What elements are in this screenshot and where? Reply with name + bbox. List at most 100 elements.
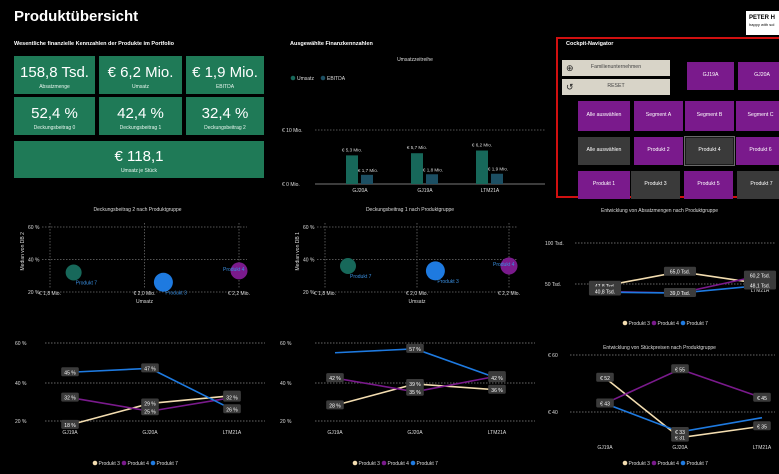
y-tick-label: € 10 Mio.	[282, 128, 303, 134]
legend-label: Produkt 4	[388, 461, 410, 467]
data-label: 32 %	[64, 396, 76, 402]
legend-marker	[651, 460, 657, 466]
scatter-point	[340, 258, 356, 274]
umsatz-bar	[476, 150, 488, 184]
data-label: 25 %	[144, 409, 156, 415]
kpi-tile: € 1,9 Mio. EBITDA	[186, 56, 264, 94]
ebitda-data-label: € 1,9 Mio.	[488, 167, 508, 172]
segment-button-segment-a[interactable]: Segment A	[634, 101, 683, 131]
data-label: 35 %	[409, 390, 421, 396]
legend-marker	[381, 460, 387, 466]
segment-select-all-button-label: Alle auswählen	[586, 112, 622, 119]
kpi-tile: 42,4 % Deckungsbeitrag 1	[99, 97, 182, 135]
y-tick-label: 60 %	[15, 341, 27, 347]
legend-marker	[150, 460, 156, 466]
cockpit-title: Cockpit-Navigator	[566, 41, 614, 47]
segment-button-segment-b-label: Segment B	[696, 112, 723, 119]
point-label: Produkt 4	[493, 262, 515, 268]
product-button-produkt-6-label: Produkt 6	[749, 147, 772, 154]
y-axis-label: Median von DB 1	[295, 232, 301, 271]
year-button-gj20a[interactable]: GJ20A	[738, 62, 779, 90]
y-tick-label: € 40	[548, 410, 558, 416]
data-label: € 31	[675, 436, 685, 442]
x-tick-label: € 1,8 Mio.	[39, 291, 61, 297]
segment-button-segment-b[interactable]: Segment B	[685, 101, 734, 131]
x-tick-label: € 2,2 Mio.	[228, 291, 250, 297]
y-tick-label: 40 %	[28, 258, 40, 264]
y-tick-label: 50 Tsd.	[545, 282, 561, 288]
y-tick-label: 40 %	[280, 381, 292, 387]
legend-label: Produkt 3	[99, 461, 121, 467]
db2-line-chart: 60 %40 %20 %GJ19AGJ20ALTM21A18 %29 %33 %…	[15, 341, 265, 467]
product-button-produkt-5-label: Produkt 5	[697, 181, 720, 188]
segment-button-segment-c-label: Segment C	[747, 112, 774, 119]
reset-button-label: RESET	[607, 83, 625, 90]
product-button-produkt-2[interactable]: Produkt 2	[634, 137, 683, 165]
kpi-tile: 52,4 % Deckungsbeitrag 0	[14, 97, 95, 135]
segment-button-segment-c[interactable]: Segment C	[736, 101, 779, 131]
x-axis-label: Umsatz	[409, 299, 426, 305]
x-tick-label: LTM21A	[488, 430, 507, 436]
company-logo: PETER Hhappy with sol	[746, 11, 779, 35]
y-tick-label: 60 %	[303, 225, 315, 231]
x-tick-label: GJ20A	[352, 188, 368, 194]
legend-label: Produkt 7	[157, 461, 179, 467]
data-label: 48,1 Tsd.	[750, 284, 770, 290]
x-tick-label: € 2,0 Mio.	[406, 291, 428, 297]
product-button-produkt-4-label: Produkt 4	[698, 147, 721, 154]
product-button-produkt-7[interactable]: Produkt 7	[737, 171, 779, 199]
data-label: € 33	[675, 430, 685, 436]
legend-marker	[320, 75, 326, 81]
data-label: 28 %	[329, 403, 341, 409]
umsatz-bar	[411, 153, 423, 184]
year-button-gj19a[interactable]: GJ19A	[687, 62, 734, 90]
kpi-value: € 1,9 Mio.	[192, 64, 258, 81]
x-tick-label: LTM21A	[223, 430, 242, 436]
legend-label: Produkt 4	[128, 461, 150, 467]
legend-marker	[622, 460, 628, 466]
x-tick-label: GJ20A	[142, 430, 158, 436]
fin-section-title: Ausgewählte Finanzkennzahlen	[290, 41, 373, 47]
series-line	[604, 368, 763, 405]
data-label: 42 %	[329, 376, 341, 382]
y-tick-label: 40 %	[303, 258, 315, 264]
point-label: Produkt 7	[350, 274, 372, 280]
legend-label: Produkt 3	[629, 321, 651, 327]
family-icon: ⊕	[566, 62, 574, 73]
data-label: 18 %	[64, 423, 76, 429]
data-label: 57 %	[409, 347, 421, 353]
legend-marker	[680, 460, 686, 466]
legend-marker	[290, 75, 296, 81]
data-label: 36 %	[491, 388, 503, 394]
product-button-produkt-3-label: Produkt 3	[644, 181, 667, 188]
data-label: 40,8 Tsd.	[595, 290, 615, 296]
product-button-produkt-2-label: Produkt 2	[647, 147, 670, 154]
product-button-produkt-1[interactable]: Produkt 1	[578, 171, 630, 199]
family-business-button[interactable]: Familienunternehmen ⊕	[562, 60, 670, 76]
reset-icon: ↺	[566, 81, 574, 92]
legend-label: Produkt 7	[687, 321, 709, 327]
y-tick-label: 20 %	[280, 419, 292, 425]
legend-label: Produkt 4	[658, 461, 680, 467]
legend-marker	[651, 320, 657, 326]
point-label: Produkt 3	[437, 279, 459, 285]
legend-marker	[622, 320, 628, 326]
umsatz-bar-chart: Umsatzzeitreihe Umsatz EBITDA € 10 Mio. € 0 …	[282, 57, 545, 194]
legend-label: Produkt 7	[687, 461, 709, 467]
segment-select-all-button[interactable]: Alle auswählen	[578, 101, 630, 131]
product-button-produkt-6[interactable]: Produkt 6	[736, 137, 779, 165]
data-label: 45 %	[64, 370, 76, 376]
legend-marker	[680, 320, 686, 326]
product-button-produkt-5[interactable]: Produkt 5	[684, 171, 733, 199]
legend-marker	[121, 460, 127, 466]
product-button-produkt-4[interactable]: Produkt 4	[684, 136, 735, 166]
kpi-label: Deckungsbeitrag 1	[119, 125, 162, 131]
ebitda-bar	[426, 174, 438, 184]
product-button-produkt-3[interactable]: Produkt 3	[631, 171, 680, 199]
legend-label: Produkt 3	[359, 461, 381, 467]
product-select-all-button[interactable]: Alle auswählen	[578, 137, 630, 165]
umsatz-data-label: € 5,3 Mio.	[342, 147, 362, 152]
segment-button-segment-a-label: Segment A	[645, 112, 672, 119]
reset-button[interactable]: RESET ↺	[562, 79, 670, 95]
data-label: € 35	[757, 424, 767, 430]
